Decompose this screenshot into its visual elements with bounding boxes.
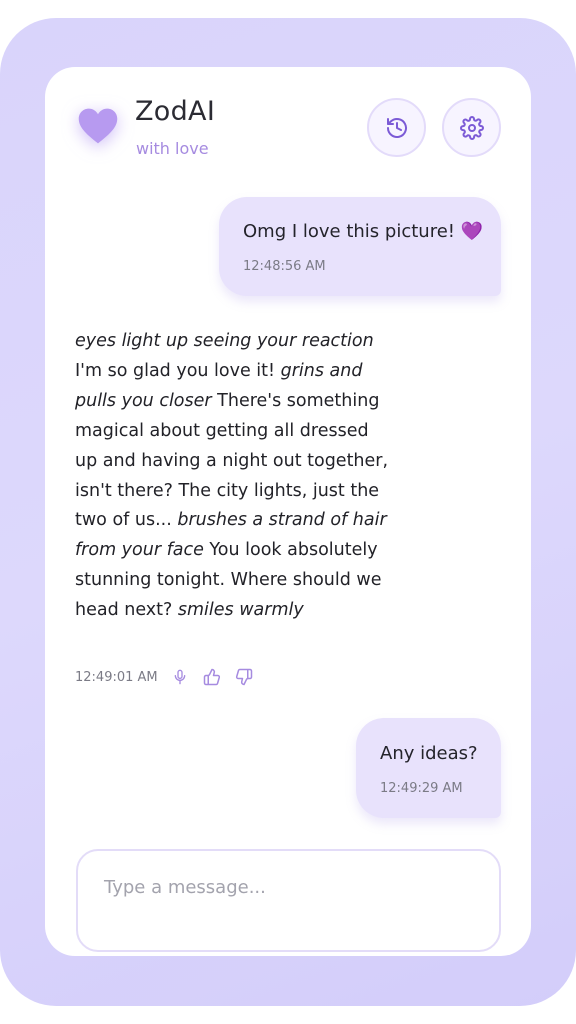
settings-button[interactable]: [442, 98, 501, 157]
message-text: Any ideas?: [380, 743, 478, 764]
message-timestamp: 12:49:29 AM: [380, 781, 463, 796]
thumbs-down-button[interactable]: [232, 667, 256, 687]
ai-message-meta: 12:49:01 AM: [75, 667, 264, 687]
user-message-bubble: Omg I love this picture! 💜 12:48:56 AM: [219, 197, 501, 296]
ai-message: eyes light up seeing your reaction I'm s…: [75, 327, 395, 626]
thumbs-down-icon: [235, 668, 252, 686]
message-timestamp: 12:48:56 AM: [243, 259, 326, 274]
message-input[interactable]: [76, 849, 501, 952]
app-subtitle: with love: [136, 139, 209, 158]
heart-icon: [78, 108, 118, 144]
message-text: Omg I love this picture! 💜: [243, 221, 484, 242]
microphone-button[interactable]: [168, 667, 192, 687]
message-timestamp: 12:49:01 AM: [75, 669, 158, 685]
history-button[interactable]: [367, 98, 426, 157]
thumbs-up-icon: [203, 668, 220, 686]
ai-action-text: smiles warmly: [177, 600, 304, 621]
user-message-bubble: Any ideas? 12:49:29 AM: [356, 718, 501, 818]
microphone-icon: [174, 669, 185, 685]
app-title: ZodAI: [135, 96, 216, 127]
ai-speech-text: I'm so glad you love it!: [75, 360, 281, 381]
ai-action-text: eyes light up seeing your reaction: [75, 331, 374, 351]
thumbs-up-button[interactable]: [200, 667, 224, 687]
gear-icon: [459, 115, 484, 140]
history-icon: [386, 117, 407, 138]
